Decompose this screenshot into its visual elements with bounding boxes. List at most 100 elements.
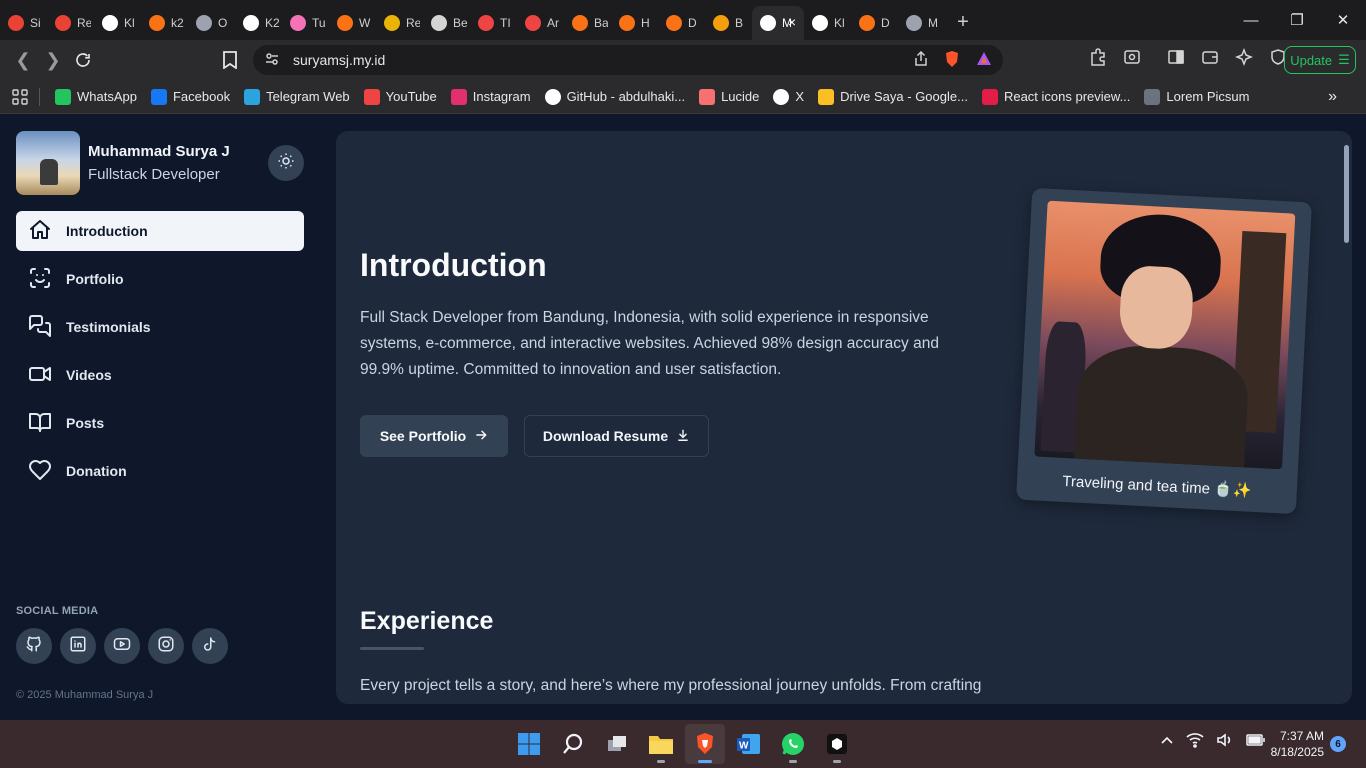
tab-title: O bbox=[218, 16, 228, 30]
browser-tab[interactable]: H bbox=[611, 6, 658, 40]
update-button[interactable]: Update ☰ bbox=[1284, 46, 1356, 74]
bookmark-label: Facebook bbox=[172, 89, 231, 104]
minimize-button[interactable]: — bbox=[1228, 0, 1274, 40]
brave-shields-icon[interactable] bbox=[943, 50, 961, 71]
bookmark-item[interactable]: React icons preview... bbox=[975, 88, 1137, 105]
browser-tab[interactable]: Tu bbox=[282, 6, 329, 40]
bookmark-item[interactable]: Lorem Picsum bbox=[1137, 88, 1256, 105]
browser-tab[interactable]: k2 bbox=[141, 6, 188, 40]
page-icon bbox=[1144, 88, 1161, 105]
nav-item-posts[interactable]: Posts bbox=[16, 403, 304, 443]
browser-tab[interactable]: W bbox=[329, 6, 376, 40]
browser-tab[interactable]: Be bbox=[423, 6, 470, 40]
volume-icon[interactable] bbox=[1216, 732, 1234, 753]
scrollbar[interactable] bbox=[1344, 145, 1349, 243]
browser-tab[interactable]: D bbox=[851, 6, 898, 40]
reload-button[interactable] bbox=[68, 45, 98, 75]
search-icon[interactable] bbox=[553, 724, 593, 764]
forward-button[interactable]: ❯ bbox=[38, 45, 68, 75]
app-box-icon[interactable] bbox=[817, 724, 857, 764]
browser-tab[interactable]: M bbox=[898, 6, 945, 40]
bookmark-item[interactable]: Drive Saya - Google... bbox=[811, 88, 975, 105]
heart-icon bbox=[28, 458, 52, 485]
linkedin-link[interactable] bbox=[60, 628, 96, 664]
file-explorer-icon[interactable] bbox=[641, 724, 681, 764]
bookmark-item[interactable]: YouTube bbox=[357, 88, 444, 105]
share-icon[interactable] bbox=[913, 50, 929, 70]
more-bookmarks-icon[interactable]: » bbox=[1321, 88, 1344, 106]
bookmark-item[interactable]: GitHub - abdulhaki... bbox=[538, 88, 693, 105]
address-bar[interactable]: suryamsj.my.id bbox=[253, 45, 1003, 75]
maximize-button[interactable]: ❐ bbox=[1274, 0, 1320, 40]
instagram-link[interactable] bbox=[148, 628, 184, 664]
nav-label: Introduction bbox=[66, 223, 148, 239]
gmail-icon bbox=[8, 15, 24, 31]
browser-tab[interactable]: Re bbox=[376, 6, 423, 40]
circle-icon bbox=[290, 15, 306, 31]
nav-item-testimonials[interactable]: Testimonials bbox=[16, 307, 304, 347]
word-icon[interactable]: W bbox=[729, 724, 769, 764]
github-icon bbox=[544, 88, 561, 105]
nav-item-donation[interactable]: Donation bbox=[16, 451, 304, 491]
bookmark-item[interactable]: Lucide bbox=[692, 88, 766, 105]
nav-label: Donation bbox=[66, 463, 127, 479]
menu-icon: ☰ bbox=[1338, 52, 1350, 67]
youtube-link[interactable] bbox=[104, 628, 140, 664]
tab-title: Kl bbox=[834, 16, 845, 30]
see-portfolio-button[interactable]: See Portfolio bbox=[360, 415, 508, 457]
browser-tab[interactable]: O bbox=[188, 6, 235, 40]
clock[interactable]: 7:37 AM 8/18/2025 bbox=[1262, 728, 1324, 760]
web-page: Muhammad Surya J Fullstack Developer Int… bbox=[0, 115, 1366, 720]
new-tab-button[interactable]: + bbox=[945, 5, 981, 39]
bookmark-item[interactable]: X bbox=[766, 88, 811, 105]
task-view-icon[interactable] bbox=[597, 724, 637, 764]
github-icon bbox=[102, 15, 118, 31]
browser-tab[interactable]: Si bbox=[0, 6, 47, 40]
notification-badge[interactable]: 6 bbox=[1330, 736, 1346, 752]
leo-ai-icon[interactable] bbox=[1232, 45, 1256, 69]
browser-tab[interactable]: M × bbox=[752, 6, 804, 40]
bookmark-item[interactable]: Facebook bbox=[144, 88, 237, 105]
windows-start-icon[interactable] bbox=[509, 724, 549, 764]
nav-item-portfolio[interactable]: Portfolio bbox=[16, 259, 304, 299]
tiktok-link[interactable] bbox=[192, 628, 228, 664]
nav-label: Videos bbox=[66, 367, 112, 383]
extensions-icon[interactable] bbox=[1086, 45, 1110, 69]
browser-tab[interactable]: Re bbox=[47, 6, 94, 40]
download-resume-button[interactable]: Download Resume bbox=[524, 415, 709, 457]
search-tab-icon[interactable] bbox=[1120, 45, 1144, 69]
back-button[interactable]: ❮ bbox=[8, 45, 38, 75]
browser-tab[interactable]: TI bbox=[470, 6, 517, 40]
wifi-icon[interactable] bbox=[1186, 732, 1204, 753]
close-window-button[interactable]: ✕ bbox=[1320, 0, 1366, 40]
theme-toggle-button[interactable] bbox=[268, 145, 304, 181]
nav-item-introduction[interactable]: Introduction bbox=[16, 211, 304, 251]
sun-icon bbox=[277, 152, 295, 175]
bookmark-item[interactable]: Telegram Web bbox=[237, 88, 357, 105]
bookmark-item[interactable]: WhatsApp bbox=[48, 88, 144, 105]
download-icon bbox=[676, 428, 690, 445]
bookmark-icon[interactable] bbox=[215, 45, 245, 75]
browser-tab[interactable]: K2 bbox=[235, 6, 282, 40]
wallet-icon[interactable] bbox=[1198, 45, 1222, 69]
drive-icon bbox=[818, 88, 835, 105]
browser-tab[interactable]: Ba bbox=[564, 6, 611, 40]
sidebar-toggle-icon[interactable] bbox=[1164, 45, 1188, 69]
browser-tab[interactable]: B bbox=[705, 6, 752, 40]
chevron-up-icon[interactable] bbox=[1160, 733, 1174, 752]
browser-tab[interactable]: Ar bbox=[517, 6, 564, 40]
browser-tab[interactable]: Kl bbox=[94, 6, 141, 40]
bookmark-item[interactable]: Instagram bbox=[444, 88, 538, 105]
browser-tab[interactable]: Kl bbox=[804, 6, 851, 40]
close-tab-icon[interactable]: × bbox=[788, 14, 796, 30]
whatsapp-icon[interactable] bbox=[773, 724, 813, 764]
profile: Muhammad Surya J Fullstack Developer bbox=[16, 131, 230, 195]
nav-item-videos[interactable]: Videos bbox=[16, 355, 304, 395]
brave-rewards-icon[interactable] bbox=[975, 50, 993, 71]
circle-icon bbox=[384, 15, 400, 31]
apps-grid-icon[interactable] bbox=[0, 88, 35, 105]
brave-browser-icon[interactable] bbox=[685, 724, 725, 764]
site-info-icon[interactable] bbox=[265, 52, 279, 69]
github-link[interactable] bbox=[16, 628, 52, 664]
browser-tab[interactable]: D bbox=[658, 6, 705, 40]
